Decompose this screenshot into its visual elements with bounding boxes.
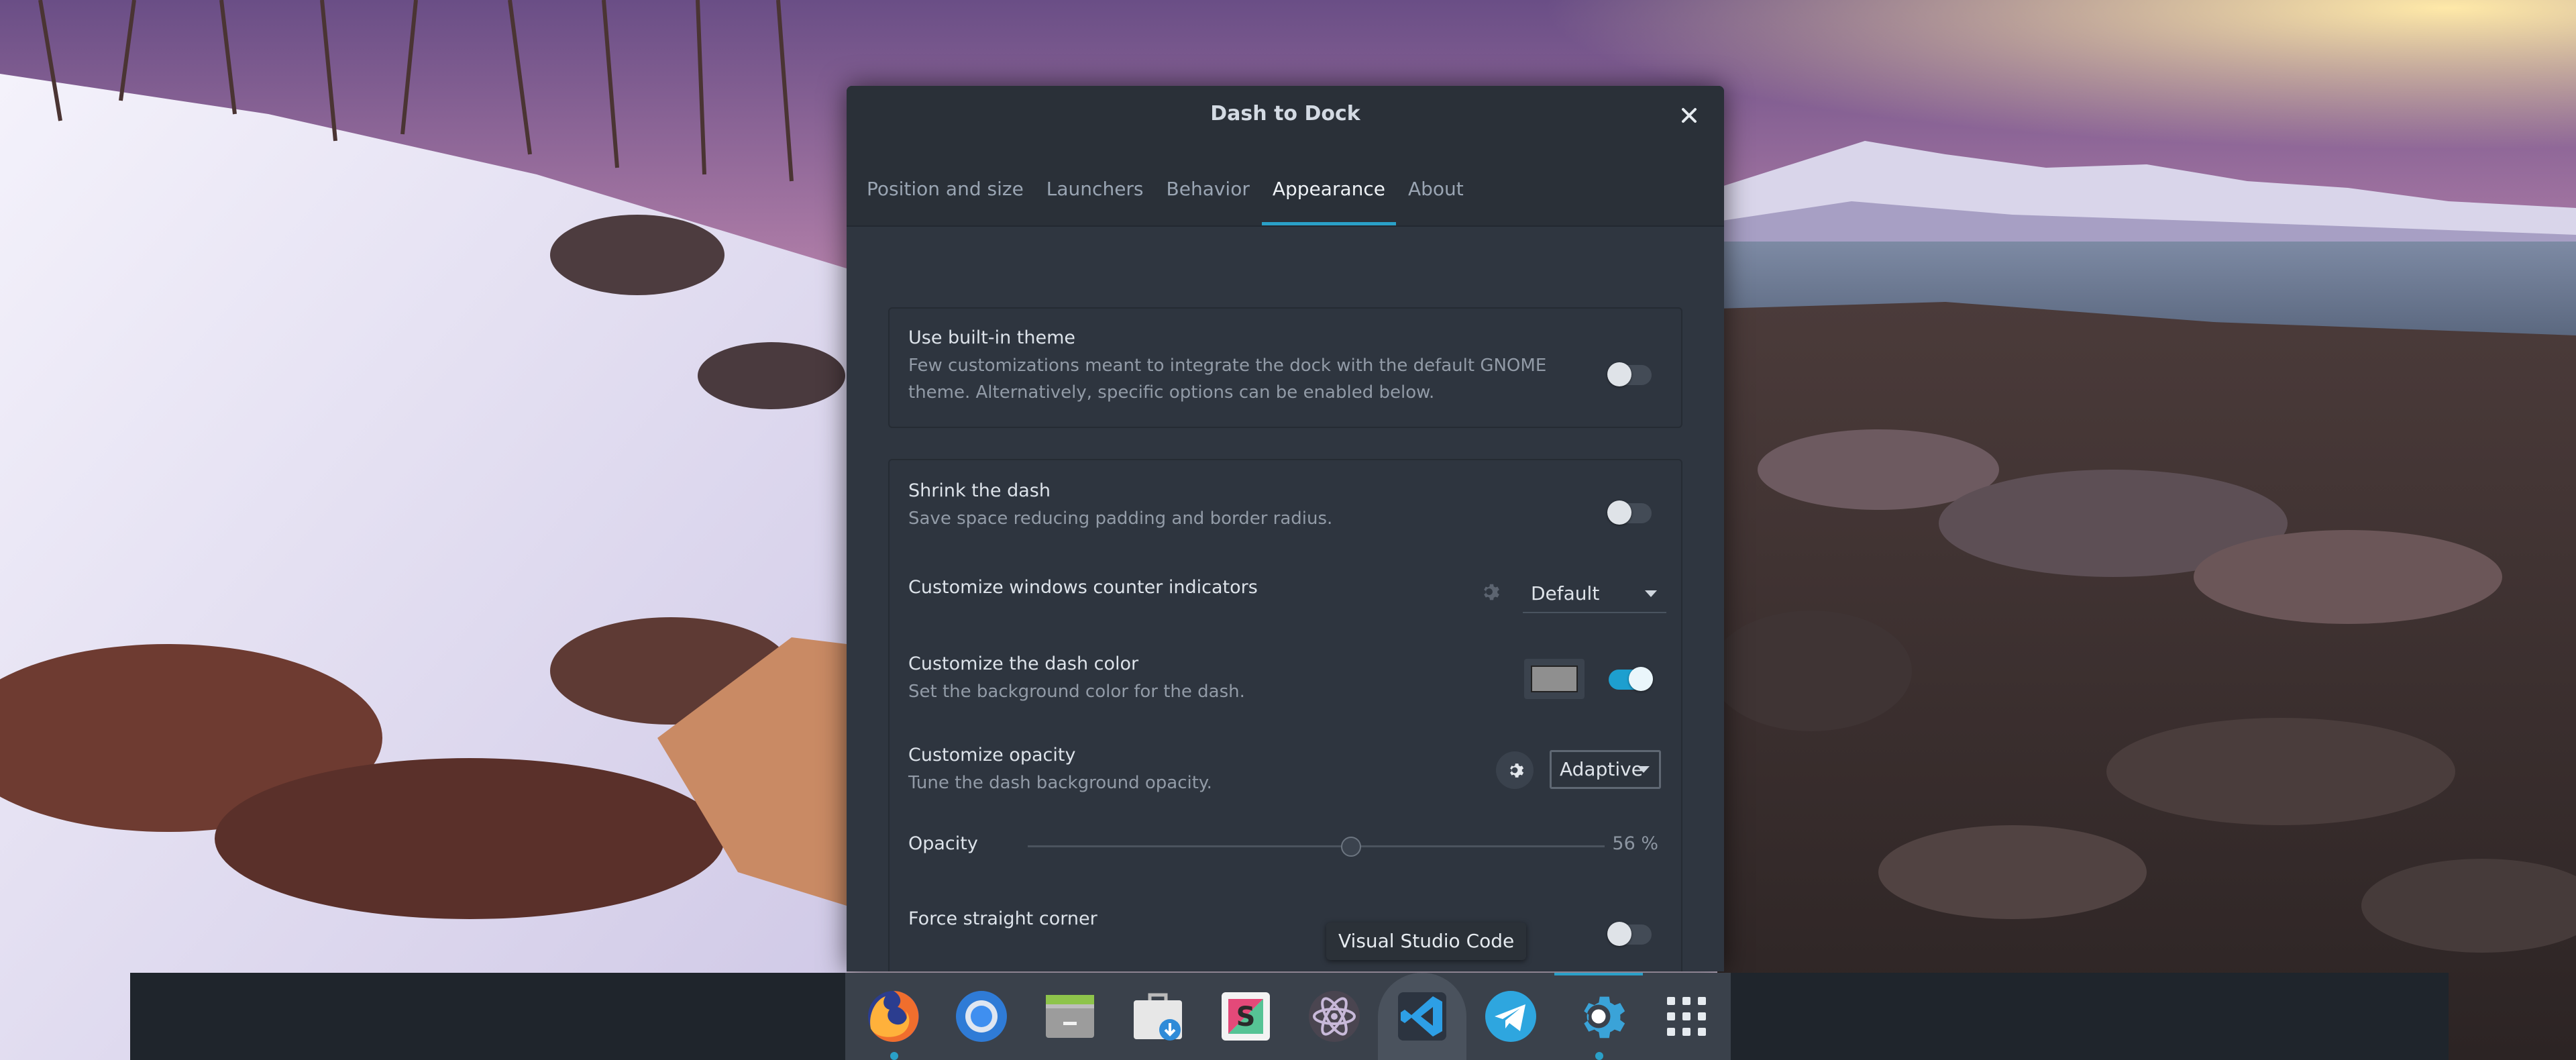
close-icon xyxy=(1682,108,1697,123)
opacity-mode-value: Adaptive xyxy=(1560,758,1643,780)
gear-icon xyxy=(1484,584,1499,600)
appearance-page: Use built-in theme Few customizations me… xyxy=(847,227,1724,971)
switch-knob xyxy=(1607,362,1631,386)
shrink-dash-row: Shrink the dash Save space reducing padd… xyxy=(908,480,1662,532)
tab-about[interactable]: About xyxy=(1397,153,1474,225)
running-indicator xyxy=(1595,1052,1604,1060)
chevron-down-icon xyxy=(1645,590,1657,597)
dash-to-dock-dialog: Dash to Dock Position and size Launchers… xyxy=(847,86,1724,971)
dash-color-button[interactable] xyxy=(1524,659,1585,699)
dock-item-atom[interactable] xyxy=(1290,973,1378,1060)
telegram-icon xyxy=(1485,991,1536,1042)
software-store-icon xyxy=(1133,993,1182,1041)
dock: S xyxy=(845,973,1731,1060)
close-button[interactable] xyxy=(1672,98,1707,133)
counter-indicators-dropdown[interactable]: Default xyxy=(1523,574,1666,613)
straight-corner-row: Force straight corner xyxy=(908,908,1662,929)
opacity-slider-handle[interactable] xyxy=(1340,837,1361,857)
gear-icon xyxy=(1510,763,1524,778)
title-bar: Dash to Dock Position and size Launchers… xyxy=(847,86,1724,227)
builtin-theme-title: Use built-in theme xyxy=(908,327,1076,348)
opacity-row: Opacity xyxy=(908,833,1662,854)
switch-knob xyxy=(1629,667,1653,691)
svg-text:S: S xyxy=(1236,1002,1256,1032)
atom-icon xyxy=(1308,991,1360,1042)
dash-color-switch[interactable] xyxy=(1609,667,1653,691)
straight-corner-title: Force straight corner xyxy=(908,908,1097,929)
appearance-options-frame xyxy=(888,459,1682,971)
builtin-theme-row: Use built-in theme Few customizations me… xyxy=(908,327,1662,406)
dock-item-slack[interactable]: S xyxy=(1202,973,1290,1060)
dock-item-files[interactable] xyxy=(1026,973,1114,1060)
dock-item-chromium[interactable] xyxy=(937,973,1025,1060)
slack-icon: S xyxy=(1222,992,1271,1041)
shrink-dash-title: Shrink the dash xyxy=(908,480,1051,501)
opacity-mode-dropdown[interactable]: Adaptive xyxy=(1550,750,1661,789)
firefox-icon xyxy=(867,991,919,1042)
dock-item-firefox[interactable] xyxy=(849,973,937,1060)
tab-bar: Position and size Launchers Behavior App… xyxy=(856,153,1476,225)
builtin-theme-switch[interactable] xyxy=(1607,362,1652,386)
window-title: Dash to Dock xyxy=(1210,102,1360,125)
counter-indicators-value: Default xyxy=(1531,582,1600,604)
tab-position-and-size[interactable]: Position and size xyxy=(856,153,1034,225)
tab-appearance[interactable]: Appearance xyxy=(1261,153,1397,225)
dock-item-settings[interactable] xyxy=(1554,973,1644,1060)
counter-indicators-settings-button[interactable] xyxy=(1470,573,1508,611)
dock-item-software[interactable] xyxy=(1114,973,1201,1060)
vscode-icon xyxy=(1398,992,1447,1041)
tab-behavior[interactable]: Behavior xyxy=(1156,153,1260,225)
builtin-theme-description-line1: Few customizations meant to integrate th… xyxy=(908,356,1547,376)
switch-knob xyxy=(1607,922,1631,946)
opacity-value: 56 % xyxy=(1612,833,1658,854)
running-indicator xyxy=(890,1052,898,1060)
dock-item-show-applications[interactable] xyxy=(1643,973,1731,1060)
opacity-settings-button[interactable] xyxy=(1496,751,1534,789)
shrink-dash-description: Save space reducing padding and border r… xyxy=(908,509,1333,529)
tab-launchers[interactable]: Launchers xyxy=(1036,153,1155,225)
straight-corner-switch[interactable] xyxy=(1607,922,1652,946)
dock-item-telegram[interactable] xyxy=(1466,973,1554,1060)
opacity-slider-track[interactable] xyxy=(1028,845,1605,847)
dock-item-vscode[interactable] xyxy=(1378,973,1466,1060)
builtin-theme-description-line2: theme. Alternatively, specific options c… xyxy=(908,382,1435,403)
switch-knob xyxy=(1607,500,1631,525)
shrink-dash-switch[interactable] xyxy=(1607,500,1652,525)
app-grid-icon xyxy=(1667,997,1707,1036)
settings-icon xyxy=(1584,996,1625,1039)
chromium-icon xyxy=(956,991,1008,1042)
color-swatch xyxy=(1531,666,1578,692)
opacity-label: Opacity xyxy=(908,833,978,854)
dock-tooltip: Visual Studio Code xyxy=(1326,922,1527,960)
file-manager-icon xyxy=(1045,995,1094,1038)
chevron-down-icon xyxy=(1638,766,1650,773)
